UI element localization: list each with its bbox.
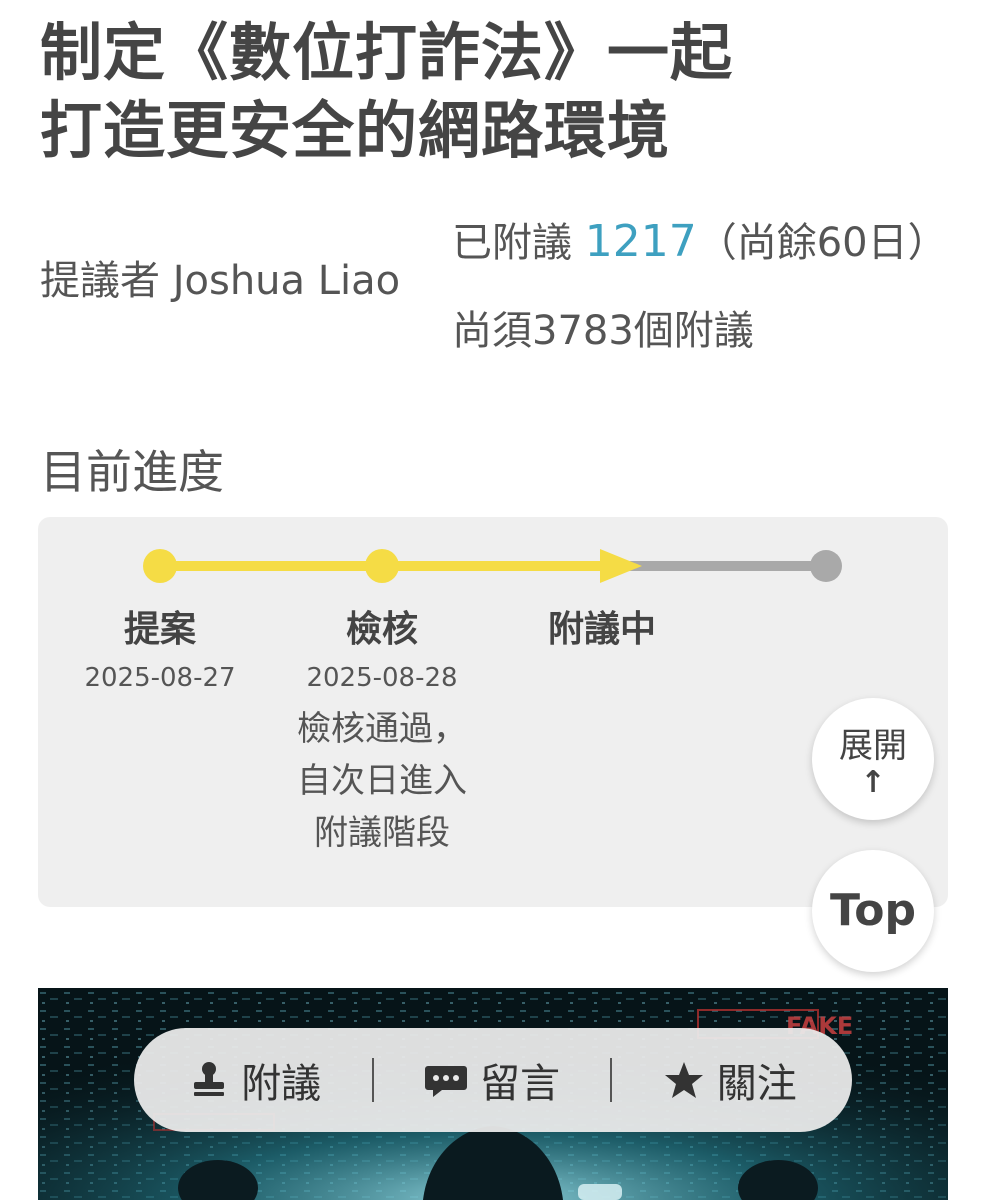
arrow-up-icon: ↑: [860, 765, 886, 800]
days-left: （尚餘60日）: [696, 220, 948, 266]
top-label: Top: [830, 885, 916, 936]
title-line-1: 制定《數位打詐法》一起: [40, 16, 734, 89]
divider: [371, 1058, 374, 1102]
comment-icon: [424, 1066, 467, 1097]
step-note: 檢核通過， 自次日進入 附議階段: [272, 703, 492, 859]
step-note-line: 檢核通過，: [297, 709, 467, 749]
step-dot-review: [365, 549, 399, 583]
step-proposal: 提案 2025-08-27: [50, 605, 270, 701]
support-button[interactable]: 附議: [189, 1051, 321, 1109]
star-icon: [664, 1062, 703, 1098]
proposer-name[interactable]: Joshua Liao: [173, 258, 400, 304]
step-name: 附議中: [547, 609, 656, 650]
progress-section-title: 目前進度: [40, 445, 224, 499]
signatures-needed: 尚須3783個附議: [452, 308, 754, 354]
comment-label: 留言: [479, 1061, 560, 1107]
comment-button[interactable]: 留言: [424, 1051, 560, 1109]
title-line-2: 打造更安全的網路環境: [40, 94, 671, 167]
support-label: 附議: [241, 1061, 322, 1107]
step-name: 提案: [123, 609, 196, 650]
step-note-line: 附議階段: [314, 813, 450, 853]
step-note-line: 自次日進入: [297, 761, 467, 801]
stamp-icon: [194, 1062, 225, 1096]
follow-button[interactable]: 關注: [663, 1051, 797, 1109]
step-signing: 附議中: [492, 605, 712, 655]
step-name: 檢核: [345, 609, 418, 650]
step-date: 2025-08-27: [84, 663, 236, 693]
progress-track: [143, 549, 842, 583]
proposer-label: 提議者: [40, 258, 160, 304]
expand-button[interactable]: 展開 ↑: [812, 698, 934, 820]
divider: [610, 1058, 613, 1102]
page-title: 制定《數位打詐法》一起 打造更安全的網路環境: [40, 14, 940, 170]
proposer-info: 提議者 Joshua Liao: [40, 248, 400, 306]
expand-label: 展開: [839, 726, 907, 766]
back-to-top-button[interactable]: Top: [812, 850, 934, 972]
step-dot-end: [810, 550, 842, 582]
follow-label: 關注: [716, 1061, 797, 1107]
signature-stats: 已附議 1217（尚餘60日） 尚須3783個附議: [452, 212, 982, 361]
bottom-action-bar: 附議 留言 關注: [134, 1028, 852, 1132]
track-arrow-head: [600, 549, 642, 583]
signed-count: 1217: [584, 216, 697, 267]
signed-label: 已附議: [452, 220, 572, 266]
step-dot-proposal: [143, 549, 177, 583]
step-date: 2025-08-28: [306, 663, 458, 693]
step-review: 檢核 2025-08-28 檢核通過， 自次日進入 附議階段: [272, 605, 492, 859]
